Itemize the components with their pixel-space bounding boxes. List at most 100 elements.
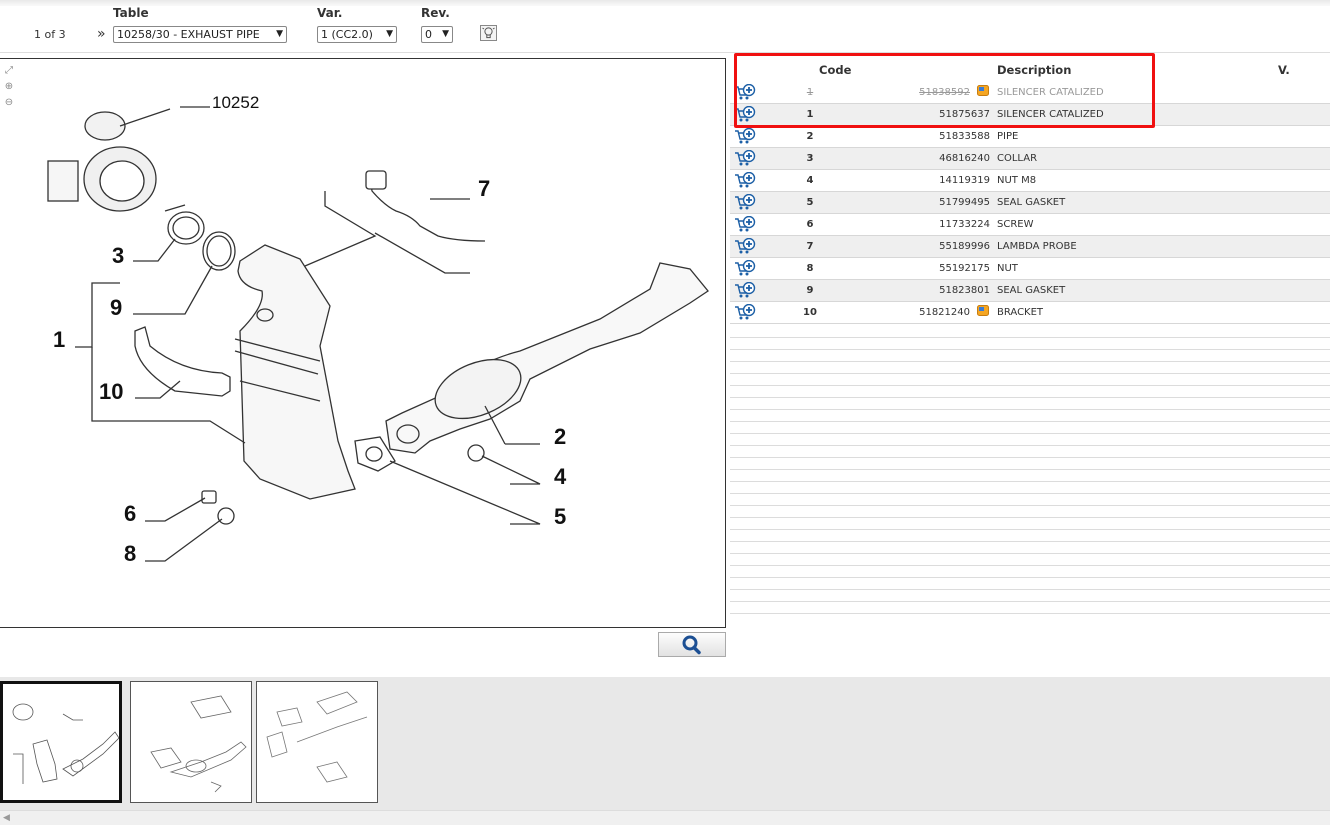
revision-select-value: 0 (425, 28, 432, 41)
part-description: SEAL GASKET (997, 285, 1066, 296)
catalytic-converter-shape (237, 244, 356, 500)
part-description: NUT M8 (997, 175, 1037, 186)
cart-plus-icon[interactable] (734, 127, 756, 146)
part-ref: 3 (806, 153, 814, 164)
part-code[interactable]: 51833588 (880, 131, 990, 142)
callout-1: 1 (53, 327, 65, 352)
thumbnail-2[interactable] (130, 681, 252, 803)
part-code[interactable]: 14119319 (880, 175, 990, 186)
part-description: NUT (997, 263, 1018, 274)
horizontal-scrollbar[interactable]: ◀ (0, 810, 1330, 825)
table-row[interactable]: 10 51821240 BRACKET (730, 302, 1330, 324)
part-code[interactable]: 51838592 (860, 87, 970, 98)
empty-row (730, 350, 1330, 362)
part-ref: 9 (806, 285, 814, 296)
screw-shape (201, 490, 217, 504)
part-code[interactable]: 51875637 (880, 109, 990, 120)
part-ref: 7 (806, 241, 814, 252)
cart-plus-icon[interactable] (734, 193, 756, 212)
part-description: BRACKET (997, 307, 1044, 318)
table-row[interactable]: 9 51823801 SEAL GASKET (730, 280, 1330, 302)
seal-gasket-shape (202, 231, 236, 271)
empty-row (730, 338, 1330, 350)
thumbnail-2-drawing (150, 695, 247, 793)
empty-row (730, 398, 1330, 410)
empty-row (730, 482, 1330, 494)
part-code[interactable]: 55189996 (880, 241, 990, 252)
magnifier-icon (682, 635, 701, 655)
callout-3: 3 (112, 243, 124, 268)
table-row[interactable]: 1 51875637 SILENCER CATALIZED (730, 104, 1330, 126)
cart-plus-icon[interactable] (734, 259, 756, 278)
lightbulb-button[interactable] (480, 25, 497, 41)
lambda-probe-shape (369, 178, 486, 242)
callout-6: 6 (124, 501, 136, 526)
search-drawing-button[interactable] (658, 632, 726, 657)
part-ref: 8 (806, 263, 814, 274)
cart-plus-icon[interactable] (734, 215, 756, 234)
info-icon[interactable] (977, 85, 989, 96)
part-description: SILENCER CATALIZED (997, 87, 1104, 98)
scroll-left-icon[interactable]: ◀ (3, 813, 10, 823)
callout-8: 8 (124, 541, 136, 566)
table-select[interactable]: 10258/30 - EXHAUST PIPE ▼ (113, 26, 287, 43)
table-row[interactable]: 2 51833588 PIPE (730, 126, 1330, 148)
part-code[interactable]: 11733224 (880, 219, 990, 230)
empty-row (730, 542, 1330, 554)
var-label: Var. (317, 6, 343, 20)
empty-row (730, 374, 1330, 386)
part-ref: 1 (806, 109, 814, 120)
empty-row (730, 506, 1330, 518)
part-code[interactable]: 46816240 (880, 153, 990, 164)
table-row[interactable]: 8 55192175 NUT (730, 258, 1330, 280)
cart-plus-icon[interactable] (734, 105, 756, 124)
info-icon[interactable] (977, 305, 989, 316)
cart-plus-icon[interactable] (734, 281, 756, 300)
empty-row (730, 422, 1330, 434)
empty-row (730, 530, 1330, 542)
column-header-code: Code (819, 63, 852, 77)
table-row[interactable]: 7 55189996 LAMBDA PROBE (730, 236, 1330, 258)
table-select-value: 10258/30 - EXHAUST PIPE (117, 28, 260, 41)
part-code[interactable]: 51821240 (860, 307, 970, 318)
table-row[interactable]: 3 46816240 COLLAR (730, 148, 1330, 170)
callout-10: 10 (99, 379, 123, 404)
cart-plus-icon[interactable] (734, 237, 756, 256)
table-row[interactable]: 6 11733224 SCREW (730, 214, 1330, 236)
rev-label: Rev. (421, 6, 450, 20)
cart-plus-icon[interactable] (734, 149, 756, 168)
page-indicator: 1 of 3 (34, 28, 66, 41)
empty-row (730, 326, 1330, 338)
cart-plus-icon[interactable] (734, 303, 756, 322)
turbocharger-shape (47, 108, 171, 212)
table-row[interactable]: 1 51838592 SILENCER CATALIZED (730, 82, 1330, 104)
table-row[interactable]: 4 14119319 NUT M8 (730, 170, 1330, 192)
part-description: SILENCER CATALIZED (997, 109, 1104, 120)
table-row[interactable]: 5 51799495 SEAL GASKET (730, 192, 1330, 214)
nut-shape (467, 444, 485, 462)
part-ref: 6 (806, 219, 814, 230)
part-code[interactable]: 51799495 (880, 197, 990, 208)
revision-select[interactable]: 0 ▼ (421, 26, 453, 43)
callout-10252: 10252 (212, 93, 259, 112)
variant-select[interactable]: 1 (CC2.0) ▼ (317, 26, 397, 43)
part-description: SEAL GASKET (997, 197, 1066, 208)
thumbnail-1[interactable] (0, 681, 122, 803)
thumbnail-3[interactable] (256, 681, 378, 803)
cart-plus-icon[interactable] (734, 171, 756, 190)
empty-row (730, 566, 1330, 578)
exploded-parts-drawing[interactable]: ⤢ ⊕ ⊖ 10252 7 3 9 1 10 2 4 5 6 8 (0, 58, 726, 628)
part-ref: 2 (806, 131, 814, 142)
part-code[interactable]: 55192175 (880, 263, 990, 274)
empty-row (730, 434, 1330, 446)
empty-row (730, 458, 1330, 470)
lightbulb-icon (482, 27, 495, 39)
double-chevron-right-icon[interactable]: » (97, 26, 106, 42)
empty-row (730, 410, 1330, 422)
empty-row (730, 362, 1330, 374)
empty-row (730, 590, 1330, 602)
part-code[interactable]: 51823801 (880, 285, 990, 296)
cart-plus-icon[interactable] (734, 83, 756, 102)
empty-row (730, 470, 1330, 482)
bracket-shape (134, 326, 231, 397)
